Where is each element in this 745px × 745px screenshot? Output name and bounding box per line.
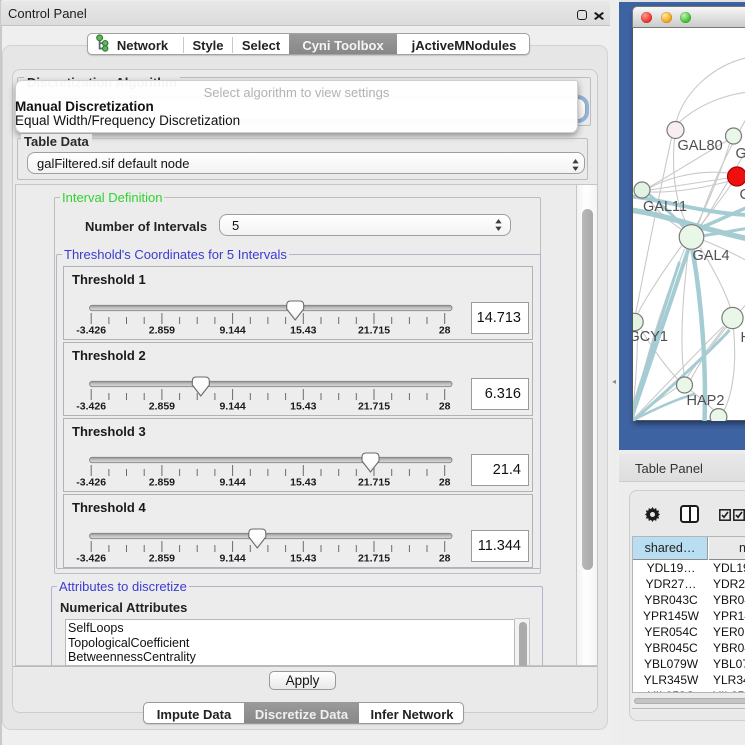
svg-text:15.43: 15.43: [290, 477, 316, 489]
svg-text:15.43: 15.43: [290, 401, 316, 413]
svg-text:HAP2: HAP2: [686, 393, 724, 409]
svg-text:-3.426: -3.426: [76, 401, 106, 413]
svg-text:28: 28: [439, 477, 451, 489]
svg-text:-3.426: -3.426: [76, 325, 106, 337]
svg-text:28: 28: [439, 325, 451, 337]
svg-text:2.859: 2.859: [149, 325, 175, 337]
svg-text:GAL3: GAL3: [735, 146, 745, 162]
svg-text:15.43: 15.43: [290, 325, 316, 337]
svg-text:2.859: 2.859: [149, 401, 175, 413]
svg-text:21.715: 21.715: [358, 553, 390, 565]
svg-text:21.715: 21.715: [358, 477, 390, 489]
svg-text:-3.426: -3.426: [76, 477, 106, 489]
svg-text:2.859: 2.859: [149, 553, 175, 565]
svg-text:9.144: 9.144: [219, 553, 245, 565]
svg-text:15.43: 15.43: [290, 553, 316, 565]
svg-text:28: 28: [439, 553, 451, 565]
svg-text:GCY1: GCY1: [633, 329, 668, 345]
svg-text:CRP1: CRP1: [739, 187, 745, 203]
svg-text:21.715: 21.715: [358, 401, 390, 413]
svg-text:2.859: 2.859: [149, 477, 175, 489]
svg-text:HAP1: HAP1: [740, 330, 745, 346]
svg-text:9.144: 9.144: [219, 401, 245, 413]
svg-text:28: 28: [439, 401, 451, 413]
svg-text:GAL4: GAL4: [692, 248, 729, 264]
svg-text:21.715: 21.715: [358, 325, 390, 337]
svg-text:-3.426: -3.426: [76, 553, 106, 565]
svg-text:9.144: 9.144: [219, 325, 245, 337]
svg-text:GAL11: GAL11: [643, 199, 687, 215]
svg-text:GAL80: GAL80: [677, 138, 722, 154]
svg-text:9.144: 9.144: [219, 477, 245, 489]
